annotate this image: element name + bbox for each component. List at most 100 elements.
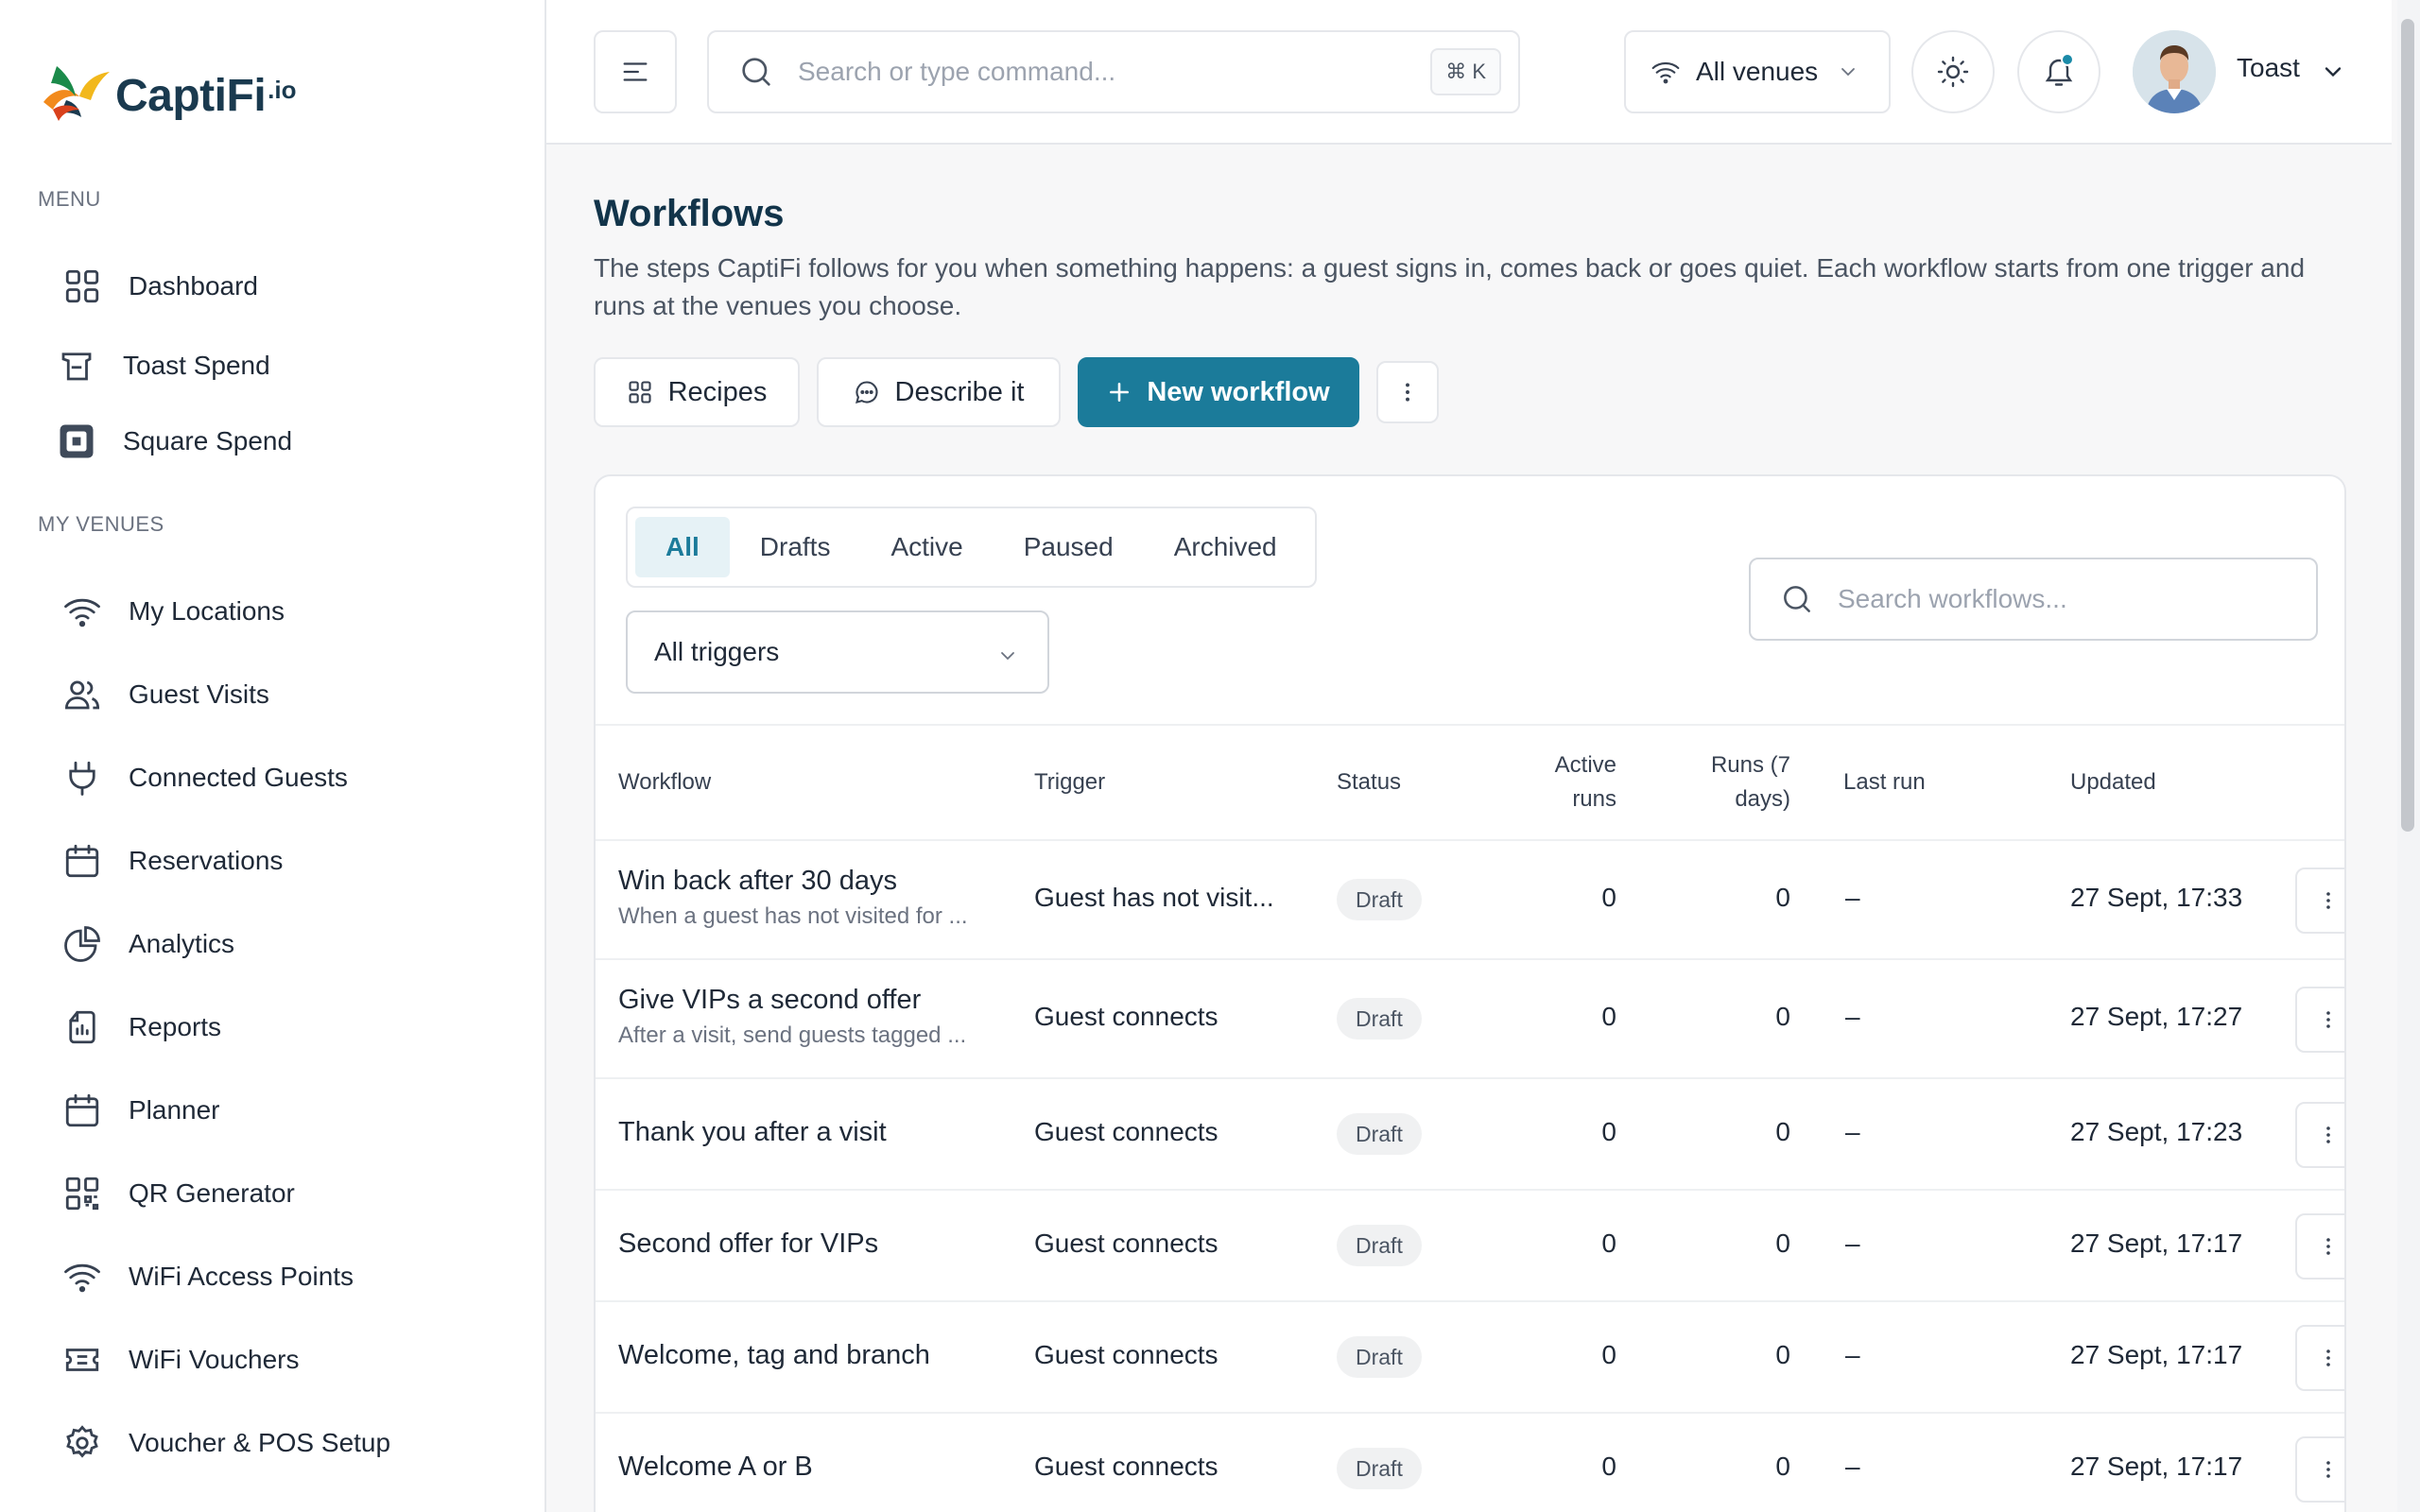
describe-it-button[interactable]: Describe it bbox=[817, 357, 1061, 427]
workflow-name[interactable]: Second offer for VIPs bbox=[618, 1228, 878, 1260]
search-placeholder: Search or type command... bbox=[798, 57, 1116, 86]
sidebar-item-connected-guests[interactable]: Connected Guests bbox=[59, 750, 512, 805]
users-icon bbox=[59, 671, 106, 718]
table-row[interactable]: Give VIPs a second offer After a visit, … bbox=[596, 960, 2344, 1079]
workflows-card: All Drafts Active Paused Archived All tr… bbox=[594, 474, 2346, 1512]
tab-active[interactable]: Active bbox=[860, 517, 993, 577]
scrollbar-thumb[interactable] bbox=[2401, 19, 2414, 832]
avatar[interactable] bbox=[2133, 30, 2216, 113]
status-tabs: All Drafts Active Paused Archived bbox=[626, 507, 1317, 588]
sidebar-item-voucher-pos-setup[interactable]: Voucher & POS Setup bbox=[59, 1416, 512, 1470]
tab-archived[interactable]: Archived bbox=[1144, 517, 1307, 577]
workflow-name[interactable]: Give VIPs a second offer bbox=[618, 985, 921, 1016]
table-row[interactable]: Thank you after a visit Guest connects D… bbox=[596, 1079, 2344, 1191]
row-actions-button[interactable] bbox=[2295, 1213, 2344, 1280]
sidebar-item-wifi-access-points[interactable]: WiFi Access Points bbox=[59, 1249, 512, 1304]
trigger-filter-select[interactable]: All triggers bbox=[626, 610, 1049, 694]
sidebar-item-wifi-vouchers[interactable]: WiFi Vouchers bbox=[59, 1332, 512, 1387]
column-runs-7-days[interactable]: Runs (7 days) bbox=[1654, 748, 1790, 816]
row-actions-button[interactable] bbox=[2295, 1102, 2344, 1168]
workflow-search-input[interactable]: Search workflows... bbox=[1749, 558, 2318, 641]
sidebar: CaptiFi .io MENU Dashboard Toast Spend S… bbox=[0, 0, 546, 1512]
row-actions-button[interactable] bbox=[2295, 1325, 2344, 1391]
recipes-button[interactable]: Recipes bbox=[594, 357, 800, 427]
search-icon bbox=[1784, 586, 1810, 612]
row-actions-button[interactable] bbox=[2295, 987, 2344, 1053]
more-actions-button[interactable] bbox=[1376, 361, 1439, 423]
venues-section-label: MY VENUES bbox=[38, 512, 164, 536]
last-run-value: – bbox=[1845, 1117, 1860, 1146]
menu-toggle-button[interactable] bbox=[594, 30, 677, 113]
workflow-name[interactable]: Welcome A or B bbox=[618, 1452, 813, 1483]
workflow-trigger: Guest connects bbox=[1034, 1002, 1219, 1031]
wifi-icon bbox=[1651, 61, 1680, 84]
square-icon bbox=[53, 418, 100, 465]
sidebar-item-label: Connected Guests bbox=[129, 763, 348, 792]
user-name[interactable]: Toast bbox=[2237, 53, 2300, 83]
workflow-name[interactable]: Win back after 30 days bbox=[618, 866, 897, 897]
column-status[interactable]: Status bbox=[1337, 765, 1401, 799]
sidebar-item-label: Guest Visits bbox=[129, 679, 269, 709]
column-trigger[interactable]: Trigger bbox=[1034, 765, 1105, 799]
command-search-input[interactable]: Search or type command... ⌘ K bbox=[707, 30, 1520, 113]
menu-section-label: MENU bbox=[38, 187, 101, 211]
sidebar-item-dashboard[interactable]: Dashboard bbox=[59, 259, 512, 314]
last-run-value: – bbox=[1845, 1002, 1860, 1031]
tab-all[interactable]: All bbox=[635, 517, 730, 577]
workflow-name[interactable]: Welcome, tag and branch bbox=[618, 1340, 930, 1371]
sidebar-item-reservations[interactable]: Reservations bbox=[59, 833, 512, 888]
notifications-button[interactable] bbox=[2017, 30, 2100, 113]
sidebar-item-label: Reports bbox=[129, 1012, 222, 1041]
table-row[interactable]: Second offer for VIPs Guest connects Dra… bbox=[596, 1191, 2344, 1302]
table-row[interactable]: Welcome A or B Guest connects Draft 0 0 … bbox=[596, 1414, 2344, 1512]
venue-selector[interactable]: All venues bbox=[1624, 30, 1891, 113]
chevron-down-icon[interactable] bbox=[2320, 59, 2346, 85]
last-run-value: – bbox=[1845, 883, 1860, 912]
new-workflow-button[interactable]: New workflow bbox=[1078, 357, 1359, 427]
column-last-run[interactable]: Last run bbox=[1843, 765, 1926, 799]
status-badge: Draft bbox=[1337, 1113, 1422, 1155]
updated-value: 27 Sept, 17:27 bbox=[2070, 1002, 2243, 1031]
sidebar-item-analytics[interactable]: Analytics bbox=[59, 917, 512, 971]
workflow-name[interactable]: Thank you after a visit bbox=[618, 1117, 887, 1148]
captifi-logo[interactable]: CaptiFi .io bbox=[38, 59, 297, 125]
brand-suffix: .io bbox=[268, 76, 297, 104]
sidebar-item-planner[interactable]: Planner bbox=[59, 1083, 512, 1138]
workflow-subtitle: After a visit, send guests tagged ... bbox=[618, 1022, 967, 1048]
menu-icon bbox=[623, 62, 648, 81]
column-active-runs[interactable]: Active runs bbox=[1503, 748, 1616, 816]
describe-it-label: Describe it bbox=[894, 376, 1025, 407]
sidebar-item-label: WiFi Access Points bbox=[129, 1262, 354, 1291]
column-workflow[interactable]: Workflow bbox=[618, 765, 711, 799]
runs-7-days-value: 0 bbox=[1775, 883, 1790, 912]
column-label-line: days) bbox=[1735, 786, 1790, 812]
sidebar-item-label: My Locations bbox=[129, 596, 285, 626]
workflow-subtitle: When a guest has not visited for ... bbox=[618, 903, 968, 929]
row-actions-button[interactable] bbox=[2295, 1436, 2344, 1503]
ticket-icon bbox=[59, 1336, 106, 1383]
sidebar-item-toast-spend[interactable]: Toast Spend bbox=[53, 338, 507, 393]
tab-paused[interactable]: Paused bbox=[994, 517, 1144, 577]
sidebar-item-square-spend[interactable]: Square Spend bbox=[53, 414, 507, 469]
grid-icon bbox=[59, 263, 106, 310]
row-actions-button[interactable] bbox=[2295, 868, 2344, 934]
updated-value: 27 Sept, 17:17 bbox=[2070, 1452, 2243, 1481]
table-row[interactable]: Win back after 30 days When a guest has … bbox=[596, 841, 2344, 960]
wifi-icon bbox=[59, 588, 106, 635]
trigger-filter-value: All triggers bbox=[654, 637, 780, 666]
tab-drafts[interactable]: Drafts bbox=[730, 517, 861, 577]
column-updated[interactable]: Updated bbox=[2070, 765, 2156, 799]
user-avatar-icon bbox=[2133, 30, 2216, 113]
plus-icon bbox=[1110, 383, 1130, 402]
active-runs-value: 0 bbox=[1601, 1002, 1616, 1031]
theme-toggle-button[interactable] bbox=[1911, 30, 1995, 113]
workflow-search-placeholder: Search workflows... bbox=[1838, 584, 2067, 613]
sidebar-item-qr-generator[interactable]: QR Generator bbox=[59, 1166, 512, 1221]
chevron-down-icon bbox=[1841, 68, 1856, 77]
last-run-value: – bbox=[1845, 1452, 1860, 1481]
table-row[interactable]: Welcome, tag and branch Guest connects D… bbox=[596, 1302, 2344, 1414]
sidebar-item-reports[interactable]: Reports bbox=[59, 1000, 512, 1055]
updated-value: 27 Sept, 17:17 bbox=[2070, 1340, 2243, 1369]
sidebar-item-guest-visits[interactable]: Guest Visits bbox=[59, 667, 512, 722]
sidebar-item-my-locations[interactable]: My Locations bbox=[59, 584, 512, 639]
